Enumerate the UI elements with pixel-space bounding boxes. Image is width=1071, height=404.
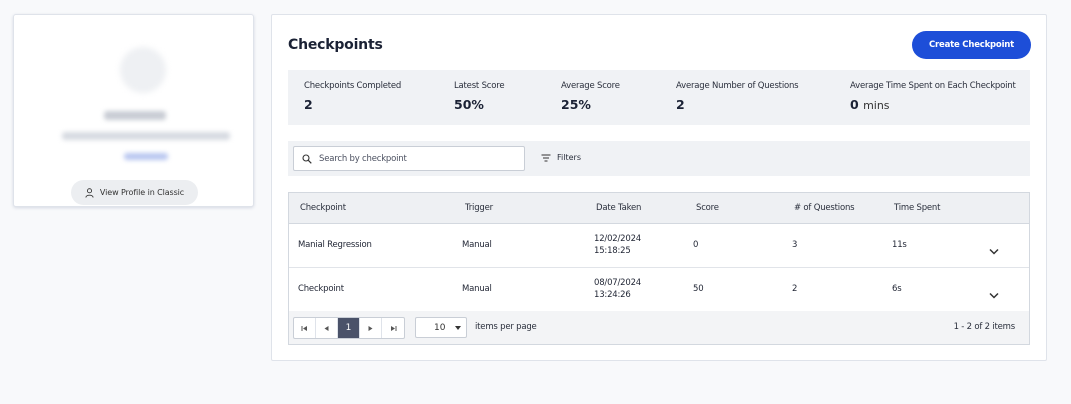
- filters-button[interactable]: Filters: [541, 153, 581, 162]
- pagination-bar: 1 10 items per page 1 - 2 of 2 items: [289, 311, 1029, 344]
- expand-row-button[interactable]: [989, 284, 1001, 299]
- cell-trigger: Manual: [462, 284, 492, 294]
- column-header-date-taken[interactable]: Date Taken: [596, 203, 641, 213]
- chevron-down-icon: [455, 326, 461, 330]
- table-row[interactable]: Checkpoint Manual 08/07/2024 13:24:26 50 …: [289, 268, 1029, 312]
- view-profile-label: View Profile in Classic: [99, 188, 185, 197]
- pagination-info: 1 - 2 of 2 items: [953, 322, 1016, 332]
- user-icon: [85, 187, 94, 198]
- stat-value: 2: [304, 97, 313, 112]
- profile-subtitle-blurred: [62, 132, 230, 140]
- cell-questions: 3: [792, 240, 798, 250]
- stat-label: Latest Score: [454, 81, 505, 91]
- filters-label: Filters: [557, 153, 581, 162]
- column-header-trigger[interactable]: Trigger: [465, 203, 493, 213]
- column-header-questions[interactable]: # of Questions: [794, 203, 855, 213]
- cell-score: 50: [693, 284, 704, 294]
- column-header-score[interactable]: Score: [696, 203, 719, 213]
- cell-checkpoint: Manial Regression: [298, 240, 372, 250]
- chevron-down-icon: [989, 248, 999, 255]
- cell-date-taken: 12/02/2024 15:18:25: [594, 233, 664, 257]
- cell-questions: 2: [792, 284, 798, 294]
- cell-date: 08/07/2024: [594, 278, 641, 288]
- checkpoints-panel: Checkpoints Create Checkpoint Checkpoint…: [271, 14, 1047, 361]
- stat-latest-score: Latest Score 50%: [454, 81, 505, 112]
- cell-date: 12/02/2024: [594, 234, 641, 244]
- profile-card: View Profile in Classic: [13, 14, 254, 207]
- stat-label: Checkpoints Completed: [304, 81, 402, 91]
- stat-average-time: Average Time Spent on Each Checkpoint 0 …: [850, 81, 1016, 112]
- next-page-button[interactable]: [360, 318, 382, 338]
- search-input[interactable]: [319, 153, 519, 164]
- cell-score: 0: [693, 240, 699, 250]
- checkpoints-table: Checkpoint Trigger Date Taken Score # of…: [288, 192, 1030, 345]
- chevron-down-icon: [989, 292, 999, 299]
- previous-page-button[interactable]: [316, 318, 338, 338]
- stat-value: 50%: [454, 97, 484, 112]
- page-size-value: 10: [434, 322, 446, 333]
- cell-checkpoint: Checkpoint: [298, 284, 344, 294]
- stat-average-score: Average Score 25%: [561, 81, 620, 112]
- view-profile-button[interactable]: View Profile in Classic: [71, 180, 198, 205]
- page-number-button[interactable]: 1: [338, 318, 360, 338]
- previous-page-icon: [324, 325, 329, 331]
- avatar: [120, 47, 166, 93]
- create-checkpoint-button[interactable]: Create Checkpoint: [912, 31, 1031, 59]
- table-header: Checkpoint Trigger Date Taken Score # of…: [289, 193, 1029, 224]
- filter-bar: Filters: [288, 141, 1030, 176]
- cell-time-spent: 11s: [892, 240, 907, 250]
- cell-time: 15:18:25: [594, 246, 631, 256]
- stat-value: 2: [676, 97, 685, 112]
- search-box[interactable]: [293, 146, 525, 171]
- pagination-buttons: 1: [293, 317, 405, 339]
- cell-time-spent: 6s: [892, 284, 902, 294]
- stat-average-questions: Average Number of Questions 2: [676, 81, 799, 112]
- stat-label: Average Number of Questions: [676, 81, 799, 91]
- column-header-time-spent[interactable]: Time Spent: [894, 203, 940, 213]
- last-page-button[interactable]: [382, 318, 404, 338]
- stat-label: Average Time Spent on Each Checkpoint: [850, 81, 1016, 91]
- stats-summary: Checkpoints Completed 2 Latest Score 50%…: [288, 70, 1030, 125]
- last-page-icon: [390, 325, 396, 331]
- cell-trigger: Manual: [462, 240, 492, 250]
- stat-checkpoints-completed: Checkpoints Completed 2: [304, 81, 401, 112]
- filter-icon: [541, 154, 551, 161]
- first-page-icon: [301, 325, 307, 331]
- page-title: Checkpoints: [288, 37, 383, 53]
- search-icon: [302, 153, 312, 164]
- items-per-page-label: items per page: [475, 322, 537, 332]
- table-row[interactable]: Manial Regression Manual 12/02/2024 15:18…: [289, 224, 1029, 268]
- stat-value: 0 mins: [850, 97, 1016, 112]
- expand-row-button[interactable]: [989, 240, 1001, 255]
- stat-value-number: 0: [850, 97, 859, 112]
- stat-unit: mins: [863, 99, 890, 112]
- first-page-button[interactable]: [294, 318, 316, 338]
- stat-value: 25%: [561, 97, 591, 112]
- column-header-checkpoint[interactable]: Checkpoint: [300, 203, 346, 213]
- profile-name-blurred: [104, 111, 166, 120]
- cell-date-taken: 08/07/2024 13:24:26: [594, 277, 664, 301]
- stat-label: Average Score: [561, 81, 620, 91]
- next-page-icon: [368, 325, 373, 331]
- profile-link-blurred[interactable]: [124, 153, 168, 160]
- page-size-select[interactable]: 10: [415, 317, 467, 338]
- cell-time: 13:24:26: [594, 290, 631, 300]
